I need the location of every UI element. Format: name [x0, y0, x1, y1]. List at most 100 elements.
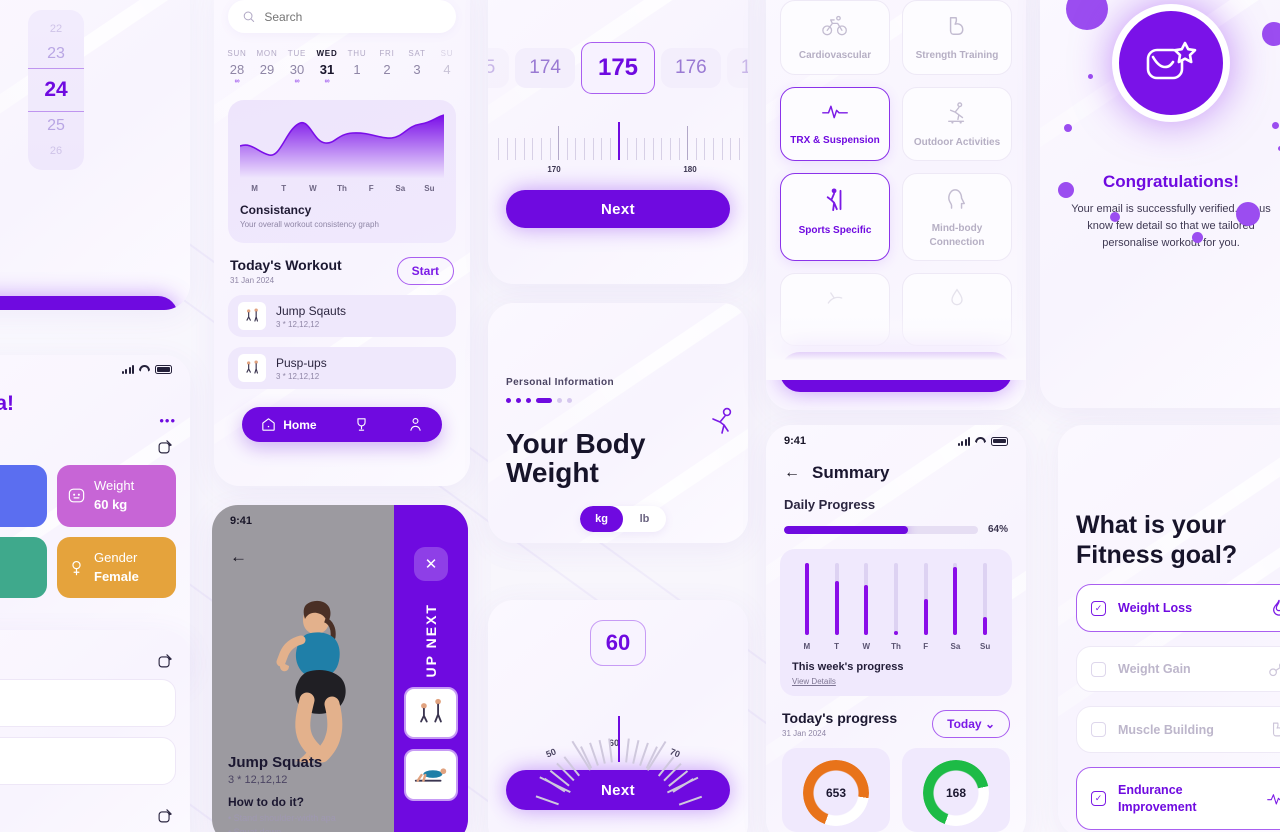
ring-card[interactable]: 653	[782, 748, 890, 832]
list-item[interactable]: Pusp-ups 3 * 12,12,12	[228, 347, 456, 389]
week-day[interactable]: SU 4	[432, 49, 462, 86]
edit-icon[interactable]	[157, 438, 174, 455]
unit-toggle[interactable]: kg lb	[580, 505, 666, 532]
date-option-selected[interactable]: 24	[28, 68, 84, 112]
todays-progress-header: Today's progress 31 Jan 2024 Today ⌄	[782, 710, 1010, 738]
hiker-icon	[826, 188, 842, 211]
day-name: SU	[440, 49, 454, 58]
progress-rings: 653 168	[782, 748, 1010, 832]
screen-workout-categories: Cardiovascular Strength Training TRX & S…	[766, 0, 1026, 410]
edit-icon[interactable]	[157, 652, 174, 669]
battery-icon	[991, 436, 1008, 446]
goal-weight-gain[interactable]: Weight Gain	[1076, 646, 1280, 693]
category-trx-suspension[interactable]: TRX & Suspension	[780, 86, 890, 161]
more-horizontal-icon[interactable]: •••	[159, 413, 176, 428]
next-exercise-thumb[interactable]	[404, 749, 458, 802]
screen-summary: 9:41 ← Summary Daily Progress 64% M T W …	[766, 425, 1026, 832]
height-option[interactable]: 174	[515, 48, 575, 88]
category-cardiovascular[interactable]: Cardiovascular	[780, 0, 890, 75]
ring-value: 653	[825, 786, 847, 800]
day-marker: ∞	[324, 78, 330, 85]
tab-trophy[interactable]	[353, 416, 370, 433]
weight-value[interactable]: 60	[590, 620, 646, 666]
signal-icon	[121, 365, 134, 374]
status-time: 9:41	[784, 435, 807, 447]
unit-lb[interactable]: lb	[623, 506, 666, 532]
x-tick: M	[803, 642, 811, 651]
step-label: Personal Information	[506, 377, 615, 388]
height-option[interactable]: 1	[726, 48, 748, 88]
today-filter-dropdown[interactable]: Today ⌄	[932, 710, 1010, 738]
week-day[interactable]: MON 29	[252, 49, 282, 86]
tab-profile[interactable]	[407, 416, 424, 433]
stat-card-height[interactable]: eight75 cm	[0, 536, 47, 599]
category-outdoor-activities[interactable]: Outdoor Activities	[902, 86, 1012, 161]
stat-card-age[interactable]: ge4	[0, 465, 47, 527]
daily-progress-label: Daily Progress	[784, 497, 876, 512]
edit-icon[interactable]	[157, 807, 174, 824]
up-next-panel: ✕ UP NEXT	[394, 505, 468, 832]
height-option-selected[interactable]: 175	[580, 42, 656, 94]
day-marker	[432, 78, 462, 86]
week-bar	[851, 563, 881, 635]
next-button[interactable]: Next	[0, 296, 178, 310]
week-day[interactable]: TUE 30 ∞	[282, 49, 312, 86]
biceps-icon	[1272, 722, 1280, 737]
bike-icon	[822, 15, 847, 36]
chevron-down-icon: ⌄	[984, 717, 995, 731]
back-arrow-icon[interactable]: ←	[784, 464, 800, 482]
status-bar: 9:41	[766, 425, 1026, 447]
goal-muscle-building[interactable]: Muscle Building	[1076, 706, 1280, 754]
date-option[interactable]: 26	[28, 140, 84, 162]
height-ruler[interactable]: 170 180	[492, 116, 744, 174]
height-option[interactable]: 176	[661, 48, 721, 88]
scale-icon	[68, 488, 85, 503]
day-number: 3	[413, 62, 421, 77]
exercise-sets: 3 * 12,12,12	[276, 371, 320, 381]
week-day[interactable]: THU 1	[342, 49, 372, 86]
start-button[interactable]: Start	[396, 257, 454, 285]
week-day[interactable]: SAT 3	[402, 49, 432, 86]
medication-item[interactable]: etformin /day	[0, 679, 176, 727]
medication-item[interactable]: sulin /day	[0, 737, 176, 785]
category-sports-specific[interactable]: Sports Specific	[780, 173, 890, 261]
chart-title: Consistancy	[240, 203, 312, 217]
filter-label: Today	[947, 717, 982, 731]
close-icon[interactable]: ✕	[414, 547, 448, 581]
x-tick: Sa	[395, 184, 406, 193]
day-name: FRI	[379, 49, 395, 58]
next-exercise-thumb[interactable]	[404, 687, 458, 740]
goal-weight-loss[interactable]: ✓ Weight Loss	[1076, 584, 1280, 632]
unit-kg[interactable]: kg	[580, 505, 623, 532]
exercise-thumb-icon	[238, 302, 266, 330]
day-name: MON	[256, 49, 278, 58]
date-wheel[interactable]: 22 23 24 25 26	[28, 10, 84, 170]
week-bar	[911, 563, 941, 635]
ring-card[interactable]: 168	[902, 748, 1010, 832]
search-input[interactable]	[264, 9, 442, 24]
tab-home[interactable]: Home	[260, 416, 317, 433]
week-day[interactable]: SUN 28 ∞	[222, 49, 252, 86]
stat-card-gender[interactable]: Gender Female	[57, 536, 176, 599]
confetti-dot	[1236, 202, 1260, 226]
category-grid: Cardiovascular Strength Training TRX & S…	[780, 0, 1012, 346]
view-details-link[interactable]: View Details	[792, 677, 1000, 686]
screen-weight-dial: 60 50 60 70 Next	[488, 600, 748, 832]
category-strength-training[interactable]: Strength Training	[902, 0, 1012, 75]
page-title: Summary	[812, 463, 890, 482]
checkbox-icon	[1091, 722, 1106, 738]
week-day[interactable]: FRI 2	[372, 49, 402, 86]
date-option[interactable]: 25	[28, 112, 84, 140]
week-day-active[interactable]: WED 31 ∞	[312, 49, 342, 86]
goal-endurance-improvement[interactable]: ✓ Endurance Improvement	[1076, 767, 1280, 830]
next-button[interactable]: Next	[506, 190, 730, 228]
date-option[interactable]: 22	[28, 18, 84, 40]
list-item[interactable]: Jump Sqauts 3 * 12,12,12	[228, 295, 456, 337]
weight-dial-gauge[interactable]: 50 60 70	[488, 672, 748, 806]
stat-card-weight[interactable]: Weight 60 kg	[57, 465, 176, 527]
height-option[interactable]: 5	[488, 48, 510, 88]
date-option[interactable]: 23	[28, 40, 84, 68]
search-bar[interactable]	[228, 0, 456, 33]
category-mind-body[interactable]: Mind-body Connection	[902, 173, 1012, 261]
x-tick: M	[251, 184, 258, 193]
